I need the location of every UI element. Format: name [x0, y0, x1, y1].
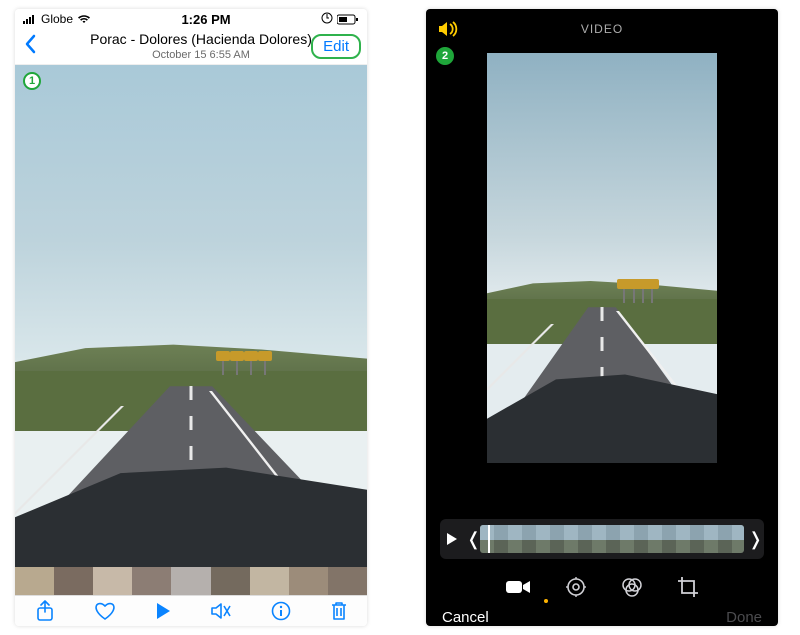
- edit-preview-area[interactable]: [426, 49, 778, 509]
- trim-scrubber[interactable]: ❬ ❭: [440, 519, 764, 559]
- edit-button[interactable]: Edit: [311, 34, 361, 59]
- active-tab-indicator: [544, 599, 548, 603]
- edit-action-bar: Cancel Done: [426, 609, 778, 626]
- timeline-play-icon[interactable]: [446, 532, 462, 546]
- wifi-icon: [77, 14, 91, 24]
- trim-handle-left[interactable]: ❬: [466, 529, 476, 550]
- edit-title: VIDEO: [581, 22, 623, 36]
- share-icon[interactable]: [35, 600, 55, 622]
- trash-icon[interactable]: [330, 601, 348, 621]
- thumbnail-strip[interactable]: [15, 567, 367, 595]
- video-edit-screen: VIDEO 2 ❬ ❭: [426, 9, 778, 626]
- step-marker-1: 1: [23, 72, 41, 90]
- edit-preview[interactable]: [487, 53, 717, 463]
- thumb-item[interactable]: [250, 567, 289, 595]
- thumb-item[interactable]: [15, 567, 54, 595]
- timeline-track[interactable]: [480, 525, 744, 553]
- back-chevron-icon[interactable]: [23, 34, 43, 59]
- step-marker-2: 2: [436, 47, 454, 65]
- thumb-item[interactable]: [328, 567, 367, 595]
- crop-tab-icon[interactable]: [677, 576, 699, 598]
- speaker-icon[interactable]: [438, 19, 462, 44]
- status-bar: Globe 1:26 PM: [15, 9, 367, 29]
- thumb-item[interactable]: [132, 567, 171, 595]
- heart-icon[interactable]: [94, 601, 116, 621]
- bottom-toolbar: [15, 595, 367, 626]
- signal-icon: [23, 14, 37, 24]
- trim-handle-right[interactable]: ❭: [748, 529, 758, 550]
- thumb-item[interactable]: [54, 567, 93, 595]
- nav-bar: Porac - Dolores (Hacienda Dolores) Octob…: [15, 29, 367, 65]
- mute-icon[interactable]: [210, 601, 232, 621]
- carrier-label: Globe: [41, 12, 73, 26]
- photos-detail-screen: Globe 1:26 PM Porac - Dolores (Hacienda …: [15, 9, 367, 626]
- done-button[interactable]: Done: [726, 609, 762, 626]
- thumb-item[interactable]: [93, 567, 132, 595]
- cancel-button[interactable]: Cancel: [442, 609, 489, 626]
- info-icon[interactable]: [271, 601, 291, 621]
- orientation-lock-icon: [321, 12, 333, 27]
- thumb-item[interactable]: [211, 567, 250, 595]
- edit-tool-tabs: [426, 565, 778, 609]
- play-icon[interactable]: [155, 602, 171, 620]
- edit-header: VIDEO: [426, 9, 778, 49]
- video-tab-icon[interactable]: [505, 578, 531, 596]
- thumb-item[interactable]: [289, 567, 328, 595]
- battery-icon: [337, 14, 359, 25]
- adjust-tab-icon[interactable]: [565, 576, 587, 598]
- thumb-item[interactable]: [171, 567, 210, 595]
- playhead[interactable]: [488, 525, 490, 553]
- clock: 1:26 PM: [181, 12, 230, 27]
- filters-tab-icon[interactable]: [621, 576, 643, 598]
- media-preview[interactable]: [15, 65, 367, 567]
